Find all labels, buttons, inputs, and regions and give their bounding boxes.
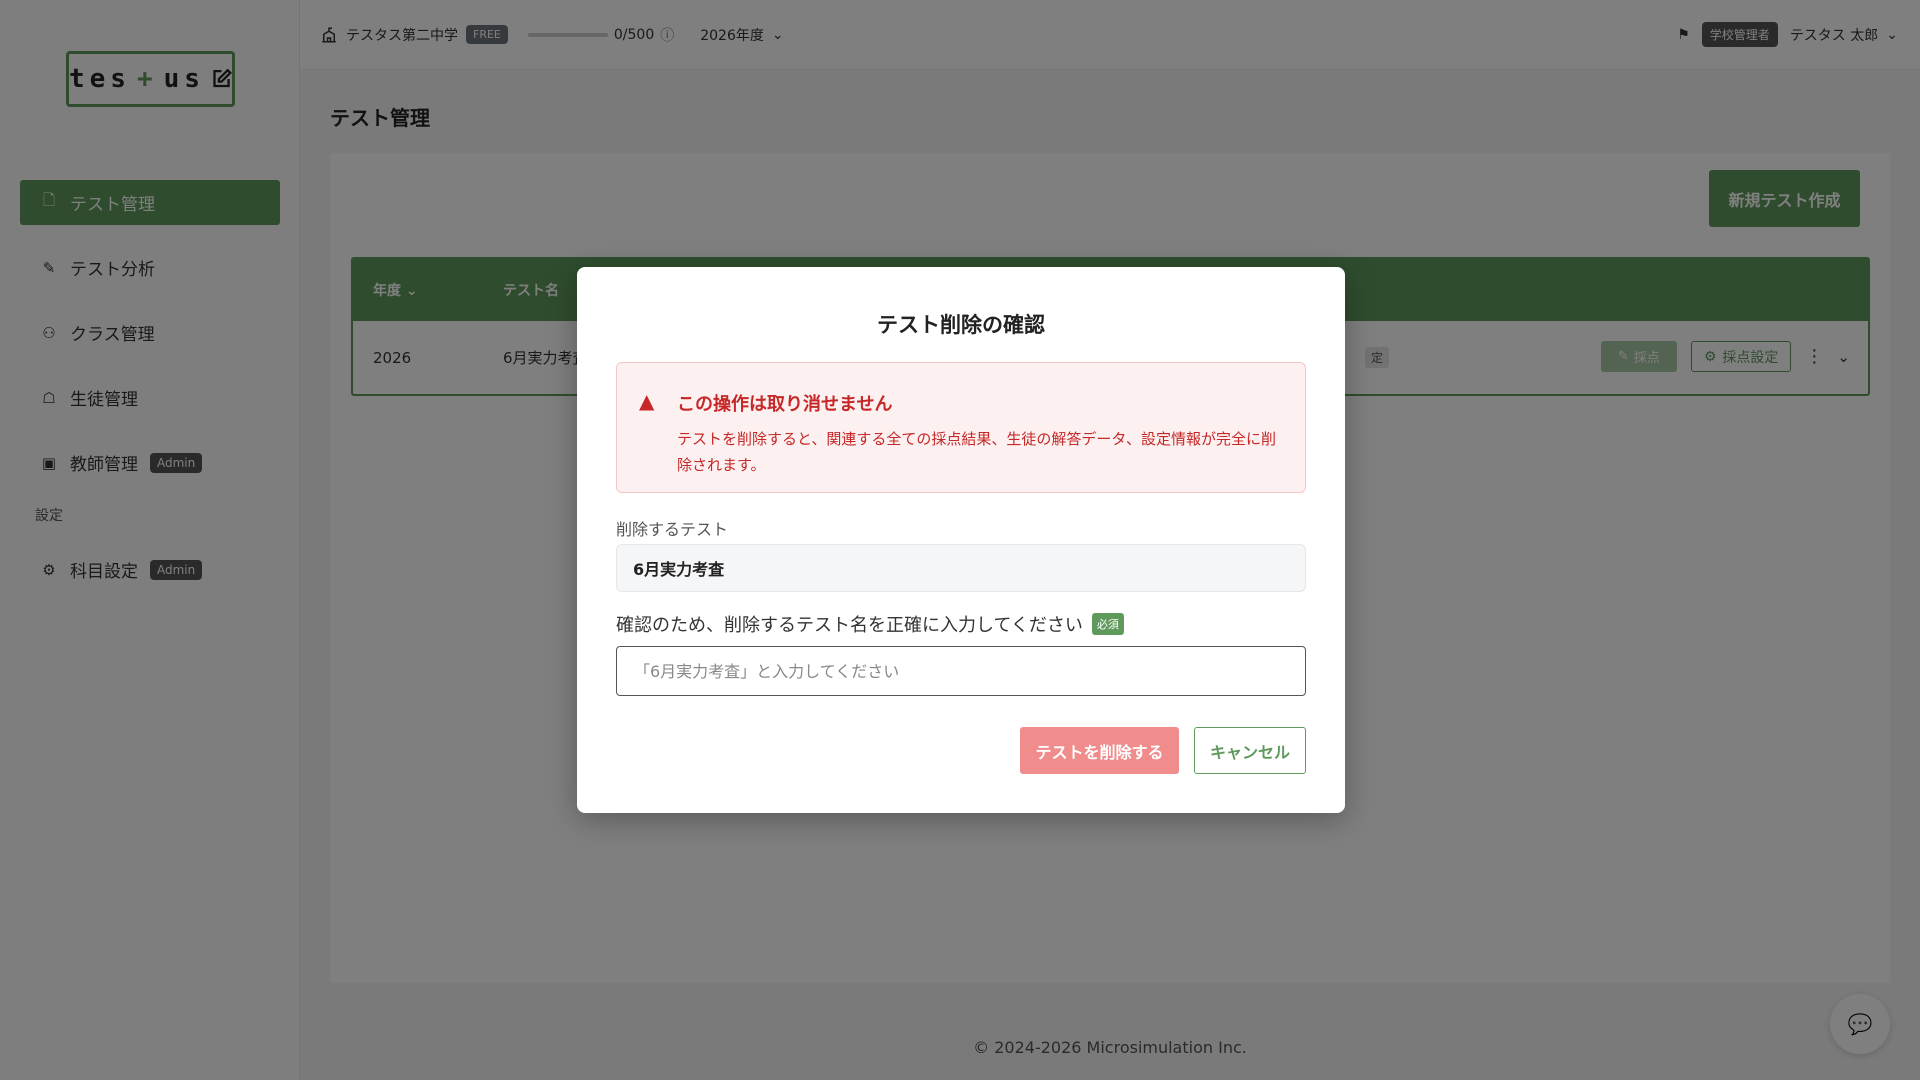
confirm-test-name-input[interactable]: [616, 646, 1306, 696]
delete-target-name: 6月実力考査: [616, 544, 1306, 592]
dialog-title: テスト削除の確認: [877, 313, 1045, 337]
confirm-label-text: 確認のため、削除するテスト名を正確に入力してください: [616, 615, 1083, 636]
required-badge: 必須: [1091, 613, 1124, 635]
warning-triangle-icon: ▲: [639, 389, 655, 413]
warning-text: テストを削除すると、関連する全ての採点結果、生徒の解答データ、設定情報が完全に削…: [677, 430, 1276, 474]
cancel-button[interactable]: キャンセル: [1194, 727, 1306, 774]
confirm-field-label: 確認のため、削除するテスト名を正確に入力してください 必須: [616, 611, 1124, 637]
delete-target-label: 削除するテスト: [616, 520, 729, 539]
warning-title: この操作は取り消せません: [677, 394, 893, 415]
warning-alert: ▲ この操作は取り消せません テストを削除すると、関連する全ての採点結果、生徒の…: [616, 362, 1306, 493]
delete-confirm-dialog: テスト削除の確認 ▲ この操作は取り消せません テストを削除すると、関連する全て…: [577, 267, 1345, 813]
delete-test-button[interactable]: テストを削除する: [1020, 727, 1179, 774]
